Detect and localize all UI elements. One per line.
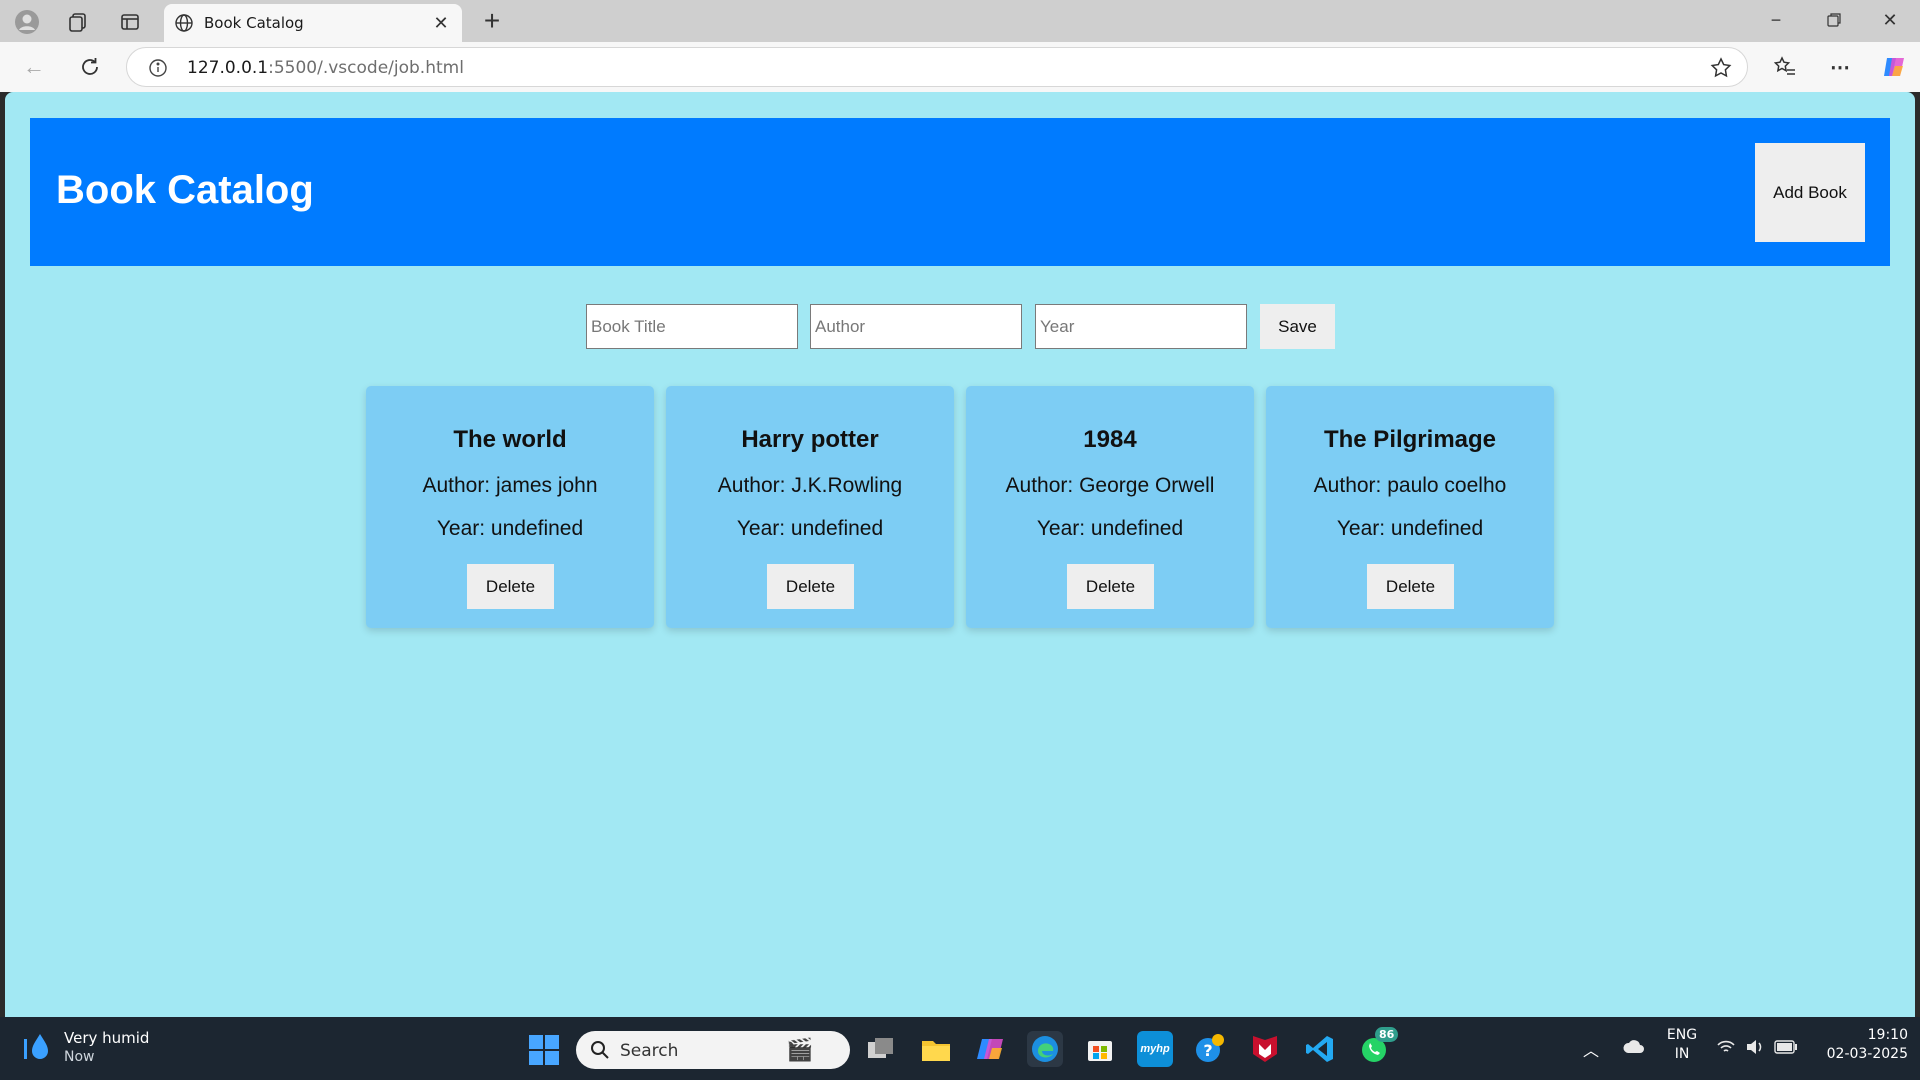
clock-date: 02-03-2025: [1826, 1046, 1908, 1062]
book-author: Author: George Orwell: [1005, 474, 1215, 497]
profile-icon[interactable]: [12, 8, 42, 36]
favorites-icon[interactable]: [1771, 53, 1799, 81]
microsoft-store-icon[interactable]: [1082, 1031, 1118, 1067]
book-card: The world Author: james john Year: undef…: [366, 386, 654, 628]
close-tab-icon[interactable]: ✕: [432, 13, 450, 33]
year-input[interactable]: [1035, 304, 1247, 349]
wifi-icon[interactable]: [1716, 1039, 1736, 1060]
url-host: 127.0.0.1: [187, 58, 269, 78]
tab-actions-icon[interactable]: [116, 8, 144, 36]
clock[interactable]: 19:10 02-03-2025: [1808, 1027, 1908, 1062]
battery-icon[interactable]: [1774, 1040, 1798, 1059]
svg-text:?: ?: [1203, 1041, 1212, 1060]
page-title: Book Catalog: [56, 168, 314, 212]
add-book-button[interactable]: Add Book: [1755, 143, 1865, 242]
tab-book-catalog[interactable]: Book Catalog ✕: [164, 4, 462, 42]
help-icon[interactable]: ?: [1192, 1031, 1228, 1067]
book-card: Harry potter Author: J.K.Rowling Year: u…: [666, 386, 954, 628]
taskbar-search[interactable]: Search 🎬: [576, 1031, 850, 1069]
weather-title: Very humid: [64, 1029, 150, 1047]
delete-button[interactable]: Delete: [1367, 564, 1454, 609]
book-list: The world Author: james john Year: undef…: [366, 386, 1566, 628]
browser-toolbar: ← 127.0.0.1:5500/.vscode/job.html ⋯: [0, 42, 1920, 92]
delete-button[interactable]: Delete: [767, 564, 854, 609]
myhp-icon[interactable]: myhp: [1137, 1031, 1173, 1067]
taskbar: Very humid Now Search 🎬 myhp ? 86 ︿ ENG …: [0, 1017, 1920, 1080]
restore-icon[interactable]: [1822, 8, 1846, 32]
language-line1: ENG: [1666, 1027, 1698, 1043]
volume-icon[interactable]: [1745, 1039, 1765, 1060]
show-hidden-icons-icon[interactable]: ︿: [1583, 1037, 1599, 1061]
page-header: Book Catalog Add Book: [30, 118, 1890, 266]
copilot-icon[interactable]: [1880, 53, 1908, 81]
start-icon[interactable]: [529, 1035, 559, 1065]
search-label: Search: [620, 1041, 679, 1061]
search-icon: [590, 1040, 610, 1065]
task-view-icon[interactable]: [863, 1031, 899, 1067]
whatsapp-badge: 86: [1375, 1027, 1399, 1042]
language-line2: IN: [1674, 1046, 1690, 1062]
refresh-icon[interactable]: [76, 53, 104, 81]
search-highlight-icon: 🎬: [786, 1037, 814, 1062]
water-drop-icon: [20, 1031, 56, 1070]
new-tab-icon[interactable]: +: [478, 5, 506, 36]
close-window-icon[interactable]: ✕: [1878, 8, 1902, 32]
book-year: Year: undefined: [1336, 517, 1484, 540]
language-indicator[interactable]: ENG IN: [1664, 1027, 1700, 1062]
url-text: 127.0.0.1:5500/.vscode/job.html: [187, 58, 464, 78]
site-info-icon[interactable]: [147, 57, 169, 79]
browser-tab-bar: Book Catalog ✕ + − ✕: [0, 0, 1920, 42]
delete-button[interactable]: Delete: [467, 564, 554, 609]
book-title: Harry potter: [741, 426, 879, 453]
url-path: :5500/.vscode/job.html: [268, 58, 464, 78]
book-year: Year: undefined: [436, 517, 584, 540]
weather-subtitle: Now: [64, 1049, 95, 1065]
book-author: Author: J.K.Rowling: [717, 474, 903, 497]
book-title: The world: [453, 426, 567, 453]
book-title: The Pilgrimage: [1323, 426, 1497, 453]
whatsapp-icon[interactable]: 86: [1357, 1027, 1399, 1067]
more-options-icon[interactable]: ⋯: [1826, 53, 1854, 81]
address-bar[interactable]: 127.0.0.1:5500/.vscode/job.html: [126, 47, 1748, 87]
collections-icon[interactable]: [64, 8, 92, 36]
book-author: Author: james john: [422, 474, 598, 497]
book-card: The Pilgrimage Author: paulo coelho Year…: [1266, 386, 1554, 628]
book-year: Year: undefined: [1036, 517, 1184, 540]
delete-button[interactable]: Delete: [1067, 564, 1154, 609]
copilot-app-icon[interactable]: [973, 1031, 1009, 1067]
weather-widget[interactable]: Very humid Now: [20, 1027, 160, 1071]
book-title: 1984: [1083, 426, 1137, 453]
minimize-icon[interactable]: −: [1764, 8, 1788, 32]
save-button[interactable]: Save: [1260, 304, 1335, 349]
page-viewport: Book Catalog Add Book Save The world Aut…: [5, 92, 1915, 1017]
book-card: 1984 Author: George Orwell Year: undefin…: [966, 386, 1254, 628]
mcafee-icon[interactable]: [1247, 1031, 1283, 1067]
book-title-input[interactable]: [586, 304, 798, 349]
book-author: Author: paulo coelho: [1313, 474, 1507, 497]
author-input[interactable]: [810, 304, 1022, 349]
globe-icon: [174, 13, 194, 33]
clock-time: 19:10: [1867, 1027, 1908, 1043]
tab-title: Book Catalog: [204, 14, 304, 32]
back-icon[interactable]: ←: [20, 53, 48, 81]
book-year: Year: undefined: [736, 517, 884, 540]
vscode-icon[interactable]: [1302, 1031, 1338, 1067]
edge-icon[interactable]: [1027, 1031, 1063, 1067]
favorite-star-icon[interactable]: [1709, 56, 1733, 80]
file-explorer-icon[interactable]: [918, 1031, 954, 1067]
onedrive-icon[interactable]: [1622, 1039, 1646, 1060]
